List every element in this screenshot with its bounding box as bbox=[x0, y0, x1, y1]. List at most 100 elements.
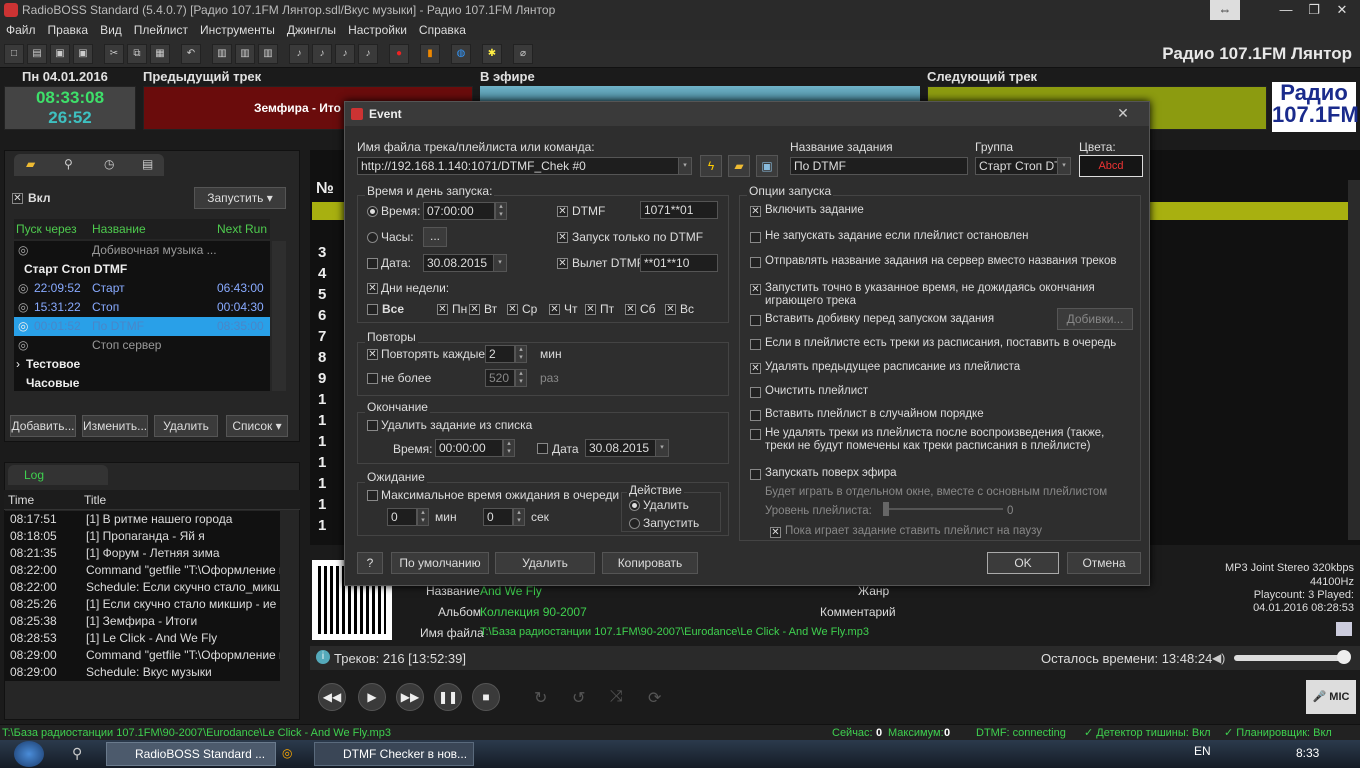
wait-min-spinner[interactable]: ▴ ▾ bbox=[417, 508, 429, 526]
hours-radio[interactable] bbox=[367, 232, 378, 243]
playlist-level-slider[interactable] bbox=[883, 508, 1003, 510]
colors-swatch[interactable]: Abcd bbox=[1079, 155, 1143, 177]
sync-icon[interactable]: ⟳ bbox=[648, 688, 661, 708]
menu-jingles[interactable]: Джинглы bbox=[281, 23, 342, 37]
action-delete-radio[interactable] bbox=[629, 500, 640, 511]
time-input[interactable]: 07:00:00 bbox=[423, 202, 495, 220]
option-checkbox[interactable] bbox=[750, 410, 761, 421]
dialog-close-button[interactable]: ✕ bbox=[1107, 105, 1139, 123]
volume-slider[interactable] bbox=[1234, 655, 1350, 661]
menu-settings[interactable]: Настройки bbox=[342, 23, 413, 37]
repeat-checkbox[interactable]: ✕ bbox=[367, 349, 378, 360]
folder-icon[interactable]: ▰ bbox=[26, 157, 35, 171]
option-checkbox[interactable] bbox=[750, 339, 761, 350]
day-checkbox[interactable]: ✕ bbox=[665, 304, 676, 315]
maxwait-checkbox[interactable] bbox=[367, 490, 378, 501]
dialog-delete-button[interactable]: Удалить bbox=[495, 552, 595, 574]
playlist-track-number[interactable]: 1 bbox=[318, 412, 326, 429]
option-checkbox[interactable] bbox=[750, 387, 761, 398]
option-checkbox[interactable] bbox=[750, 315, 761, 326]
playlist-track-number[interactable]: 9 bbox=[318, 370, 326, 387]
task-name-input[interactable]: По DTMF bbox=[790, 157, 968, 175]
dtmf-only-checkbox[interactable]: ✕ bbox=[557, 232, 568, 243]
insert4-icon[interactable]: ♪ bbox=[358, 44, 378, 64]
list-item-selected[interactable]: ◎ 00:01:52 По DTMF 08:35:00 bbox=[14, 317, 270, 336]
log-row[interactable]: 08:25:26 [1] Если скучно стало микшир - и… bbox=[4, 596, 280, 613]
save-as-icon[interactable]: ▣ bbox=[73, 44, 93, 64]
layout3-icon[interactable]: ▥ bbox=[258, 44, 278, 64]
delete-task-checkbox[interactable] bbox=[367, 420, 378, 431]
playlist-track-number[interactable]: 8 bbox=[318, 349, 326, 366]
dtmf-checkbox[interactable]: ✕ bbox=[557, 206, 568, 217]
wait-min-input[interactable]: 0 bbox=[387, 508, 417, 526]
stop-button[interactable]: ■ bbox=[472, 683, 500, 711]
forward-button[interactable]: ▶▶ bbox=[396, 683, 424, 711]
option-checkbox[interactable] bbox=[750, 232, 761, 243]
day-checkbox[interactable]: ✕ bbox=[625, 304, 636, 315]
wait-sec-spinner[interactable]: ▴ ▾ bbox=[513, 508, 525, 526]
exit-dtmf-input[interactable]: **01**10 bbox=[640, 254, 718, 272]
log-tab[interactable]: Log bbox=[8, 465, 108, 485]
search-icon[interactable]: ⚲ bbox=[72, 745, 82, 762]
log-row[interactable]: 08:21:35 [1] Форум - Летняя зима bbox=[4, 545, 280, 562]
menu-edit[interactable]: Правка bbox=[42, 23, 95, 37]
list-item[interactable]: › Тестовое bbox=[14, 355, 270, 374]
minimize-button[interactable]: — bbox=[1272, 0, 1300, 20]
repeat-icon[interactable]: ↻ bbox=[534, 688, 547, 708]
option-checkbox[interactable] bbox=[750, 429, 761, 440]
exit-dtmf-checkbox[interactable]: ✕ bbox=[557, 258, 568, 269]
edit-button[interactable]: Изменить... bbox=[82, 415, 148, 437]
menu-tools[interactable]: Инструменты bbox=[194, 23, 281, 37]
option-checkbox[interactable]: ✕ bbox=[750, 363, 761, 374]
maximize-button[interactable]: ❐ bbox=[1300, 0, 1328, 20]
undo-icon[interactable]: ↶ bbox=[181, 44, 201, 64]
day-checkbox[interactable]: ✕ bbox=[437, 304, 448, 315]
playlist-track-number[interactable]: 1 bbox=[318, 391, 326, 408]
menu-file[interactable]: Файл bbox=[0, 23, 42, 37]
nomore-input[interactable]: 520 bbox=[485, 369, 515, 387]
day-checkbox[interactable]: ✕ bbox=[507, 304, 518, 315]
add-button[interactable]: Добавить... bbox=[10, 415, 76, 437]
playlist-track-number[interactable]: 1 bbox=[318, 433, 326, 450]
list-item[interactable]: ◎ 15:31:22 Стоп 00:04:30 bbox=[14, 298, 270, 317]
run-button[interactable]: Запустить ▾ bbox=[194, 187, 286, 209]
playlist-track-number[interactable]: 4 bbox=[318, 265, 326, 282]
pause-button[interactable]: ❚❚ bbox=[434, 683, 462, 711]
list-item[interactable]: Часовые bbox=[14, 374, 270, 393]
default-button[interactable]: По умолчанию bbox=[391, 552, 489, 574]
cancel-button[interactable]: Отмена bbox=[1067, 552, 1141, 574]
playlist-track-number[interactable]: 6 bbox=[318, 307, 326, 324]
log-row[interactable]: 08:18:05 [1] Пропаганда - Яй я bbox=[4, 528, 280, 545]
repeat-spinner[interactable]: ▴ ▾ bbox=[515, 345, 527, 363]
clock-icon[interactable]: ◷ bbox=[104, 157, 114, 171]
file-dropdown-icon[interactable]: ▾ bbox=[678, 157, 692, 175]
taskbar-app-browser[interactable]: DTMF Checker в нов... bbox=[314, 742, 474, 766]
scheduler-scrollbar[interactable] bbox=[272, 241, 286, 391]
menu-view[interactable]: Вид bbox=[94, 23, 128, 37]
weekdays-checkbox[interactable]: ✕ bbox=[367, 283, 378, 294]
playlist-track-number[interactable]: 1 bbox=[318, 517, 326, 534]
loop-icon[interactable]: ↺ bbox=[572, 688, 585, 708]
window-icon[interactable]: ▣ bbox=[756, 155, 778, 177]
taskbar-icon[interactable]: ◎ bbox=[282, 746, 292, 760]
paste-icon[interactable]: ▦ bbox=[150, 44, 170, 64]
search-icon[interactable]: ⚲ bbox=[64, 157, 73, 171]
disconnect-icon[interactable]: ⌀ bbox=[513, 44, 533, 64]
end-date-checkbox[interactable] bbox=[537, 443, 548, 454]
wait-sec-input[interactable]: 0 bbox=[483, 508, 513, 526]
log-row[interactable]: 08:28:53 [1] Le Click - And We Fly bbox=[4, 630, 280, 647]
download-icon[interactable] bbox=[1336, 622, 1352, 636]
ok-button[interactable]: OK bbox=[987, 552, 1059, 574]
layout2-icon[interactable]: ▥ bbox=[235, 44, 255, 64]
nomore-checkbox[interactable] bbox=[367, 373, 378, 384]
log-row[interactable]: 08:17:51 [1] В ритме нашего города bbox=[4, 511, 280, 528]
cut-icon[interactable]: ✂ bbox=[104, 44, 124, 64]
option-checkbox[interactable]: ✕ bbox=[750, 284, 761, 295]
day-checkbox[interactable]: ✕ bbox=[549, 304, 560, 315]
file-input[interactable]: http://192.168.1.140:1071/DTMF_Chek #0 bbox=[357, 157, 691, 175]
end-date-dropdown-icon[interactable]: ▾ bbox=[655, 439, 669, 457]
open-icon[interactable]: ▤ bbox=[27, 44, 47, 64]
delete-button[interactable]: Удалить bbox=[154, 415, 218, 437]
list-item[interactable]: ◎ Добивочная музыка ... bbox=[14, 241, 270, 260]
date-dropdown-icon[interactable]: ▾ bbox=[493, 254, 507, 272]
